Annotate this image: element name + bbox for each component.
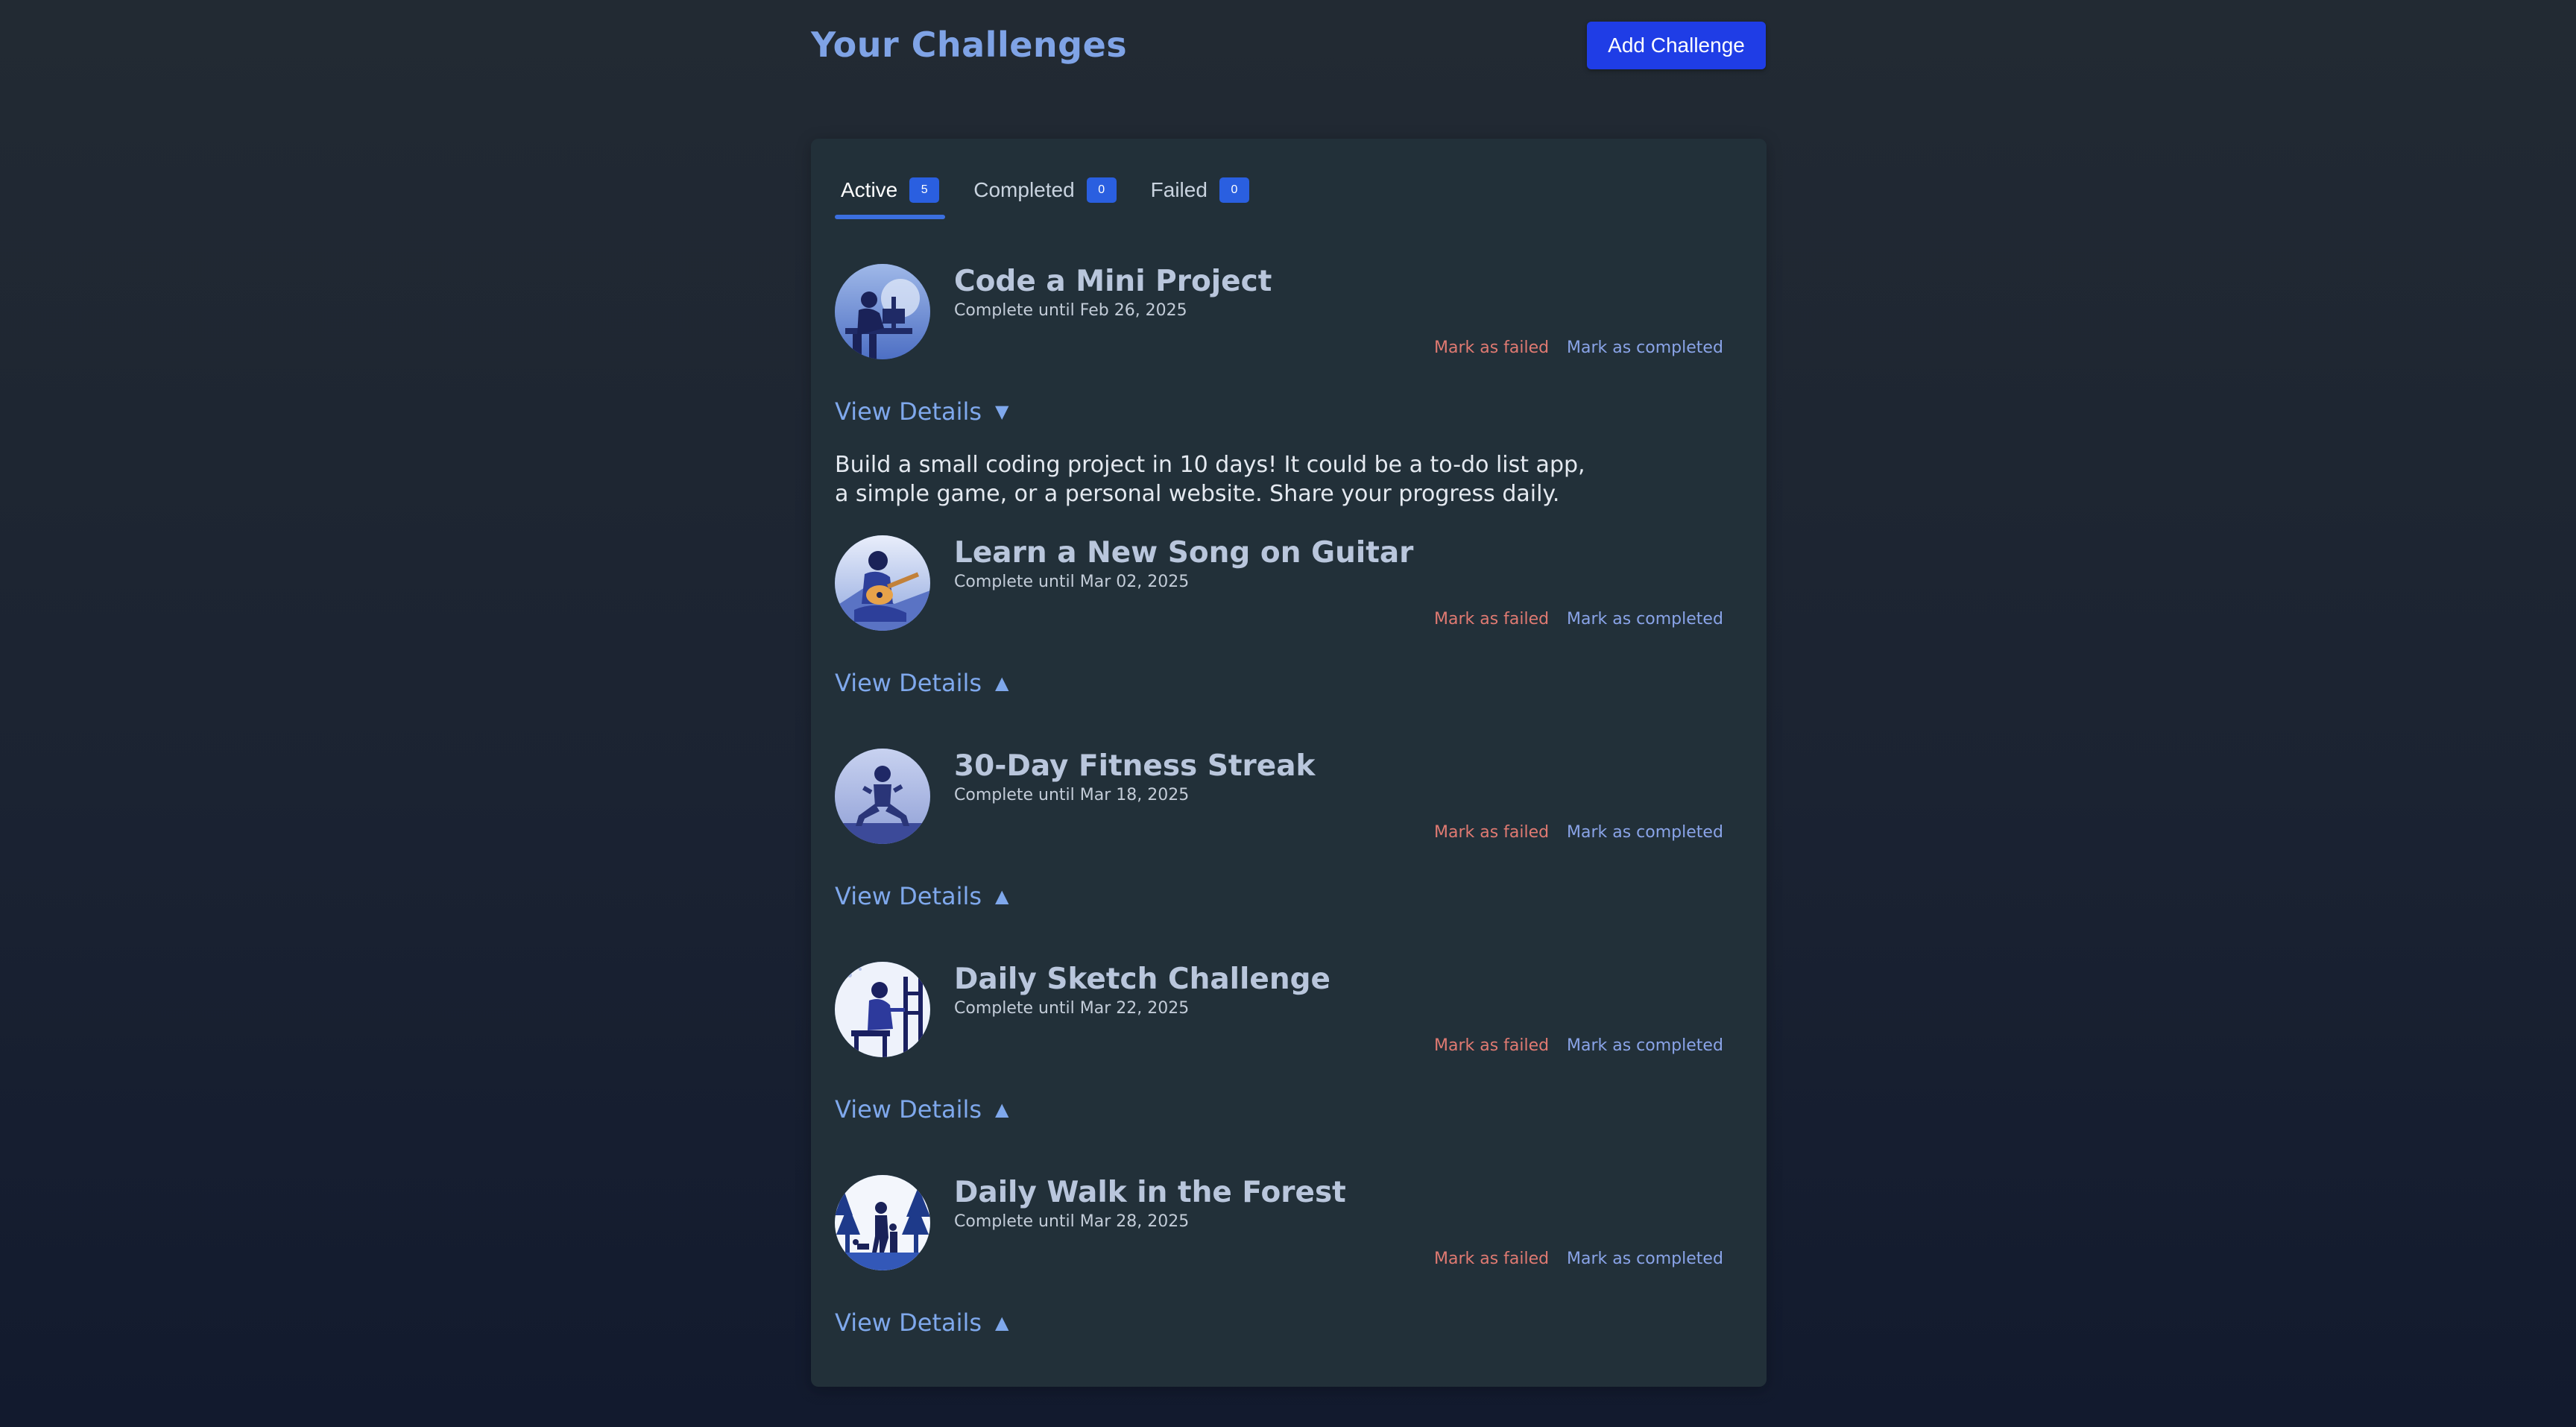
mark-completed-link[interactable]: Mark as completed (1567, 1035, 1723, 1057)
guitar-player-icon (835, 535, 930, 631)
view-details-label: View Details (835, 669, 982, 697)
forest-walk-icon (835, 1175, 930, 1270)
tab-label: Active (841, 178, 898, 201)
challenges-panel: Active 5 Completed 0 Failed 0 Code a Min… (811, 139, 1767, 1387)
view-details-toggle[interactable]: View Details ▼ (835, 395, 1009, 428)
sketching-artist-icon (835, 962, 930, 1057)
challenge-card: Learn a New Song on Guitar Complete unti… (835, 535, 1723, 714)
challenge-due-date: Complete until Mar 02, 2025 (954, 573, 1190, 591)
challenge-card: Daily Sketch Challenge Complete until Ma… (835, 962, 1723, 1141)
page-title: Your Challenges (811, 25, 1128, 65)
mark-failed-link[interactable]: Mark as failed (1434, 1035, 1549, 1057)
count-badge: 5 (909, 177, 940, 203)
tab-completed[interactable]: Completed 0 (967, 164, 1122, 216)
challenge-due-date: Complete until Mar 18, 2025 (954, 786, 1190, 804)
tab-label: Completed (973, 178, 1075, 201)
view-details-label: View Details (835, 1308, 982, 1337)
mark-completed-link[interactable]: Mark as completed (1567, 1248, 1723, 1270)
tab-active[interactable]: Active 5 (835, 164, 946, 219)
challenge-title: Code a Mini Project (954, 265, 1272, 298)
challenge-description: Build a small coding project in 10 days!… (835, 452, 1585, 507)
fitness-squat-icon (835, 749, 930, 844)
chevron-up-icon: ▲ (995, 672, 1009, 693)
count-badge: 0 (1086, 177, 1117, 203)
chevron-up-icon: ▲ (995, 1312, 1009, 1333)
challenge-due-date: Complete until Mar 28, 2025 (954, 1212, 1190, 1231)
view-details-toggle[interactable]: View Details ▲ (835, 667, 1009, 699)
count-badge: 0 (1219, 177, 1249, 203)
view-details-label: View Details (835, 882, 982, 910)
challenge-card: Daily Walk in the Forest Complete until … (835, 1175, 1723, 1354)
tab-label: Failed (1150, 178, 1208, 201)
coder-at-desk-icon (835, 264, 930, 359)
chevron-up-icon: ▲ (995, 1099, 1009, 1120)
mark-completed-link[interactable]: Mark as completed (1567, 822, 1723, 844)
challenge-title: 30-Day Fitness Streak (954, 749, 1316, 783)
challenge-tabs: Active 5 Completed 0 Failed 0 (835, 164, 1278, 222)
view-details-toggle[interactable]: View Details ▲ (835, 1306, 1009, 1339)
challenge-due-date: Complete until Mar 22, 2025 (954, 999, 1190, 1018)
challenge-title: Daily Walk in the Forest (954, 1176, 1346, 1209)
challenge-card: 30-Day Fitness Streak Complete until Mar… (835, 749, 1723, 927)
mark-completed-link[interactable]: Mark as completed (1567, 337, 1723, 359)
mark-failed-link[interactable]: Mark as failed (1434, 608, 1549, 631)
mark-failed-link[interactable]: Mark as failed (1434, 337, 1549, 359)
view-details-toggle[interactable]: View Details ▲ (835, 1093, 1009, 1126)
challenge-title: Daily Sketch Challenge (954, 963, 1330, 996)
challenge-title: Learn a New Song on Guitar (954, 536, 1414, 570)
challenge-due-date: Complete until Feb 26, 2025 (954, 301, 1187, 320)
view-details-label: View Details (835, 397, 982, 426)
chevron-down-icon: ▼ (995, 401, 1009, 422)
view-details-toggle[interactable]: View Details ▲ (835, 880, 1009, 913)
chevron-up-icon: ▲ (995, 886, 1009, 907)
add-challenge-button[interactable]: Add Challenge (1587, 22, 1766, 69)
view-details-label: View Details (835, 1095, 982, 1124)
challenge-card: Code a Mini Project Complete until Feb 2… (835, 264, 1723, 510)
mark-completed-link[interactable]: Mark as completed (1567, 608, 1723, 631)
mark-failed-link[interactable]: Mark as failed (1434, 822, 1549, 844)
mark-failed-link[interactable]: Mark as failed (1434, 1248, 1549, 1270)
tab-failed[interactable]: Failed 0 (1145, 164, 1255, 216)
